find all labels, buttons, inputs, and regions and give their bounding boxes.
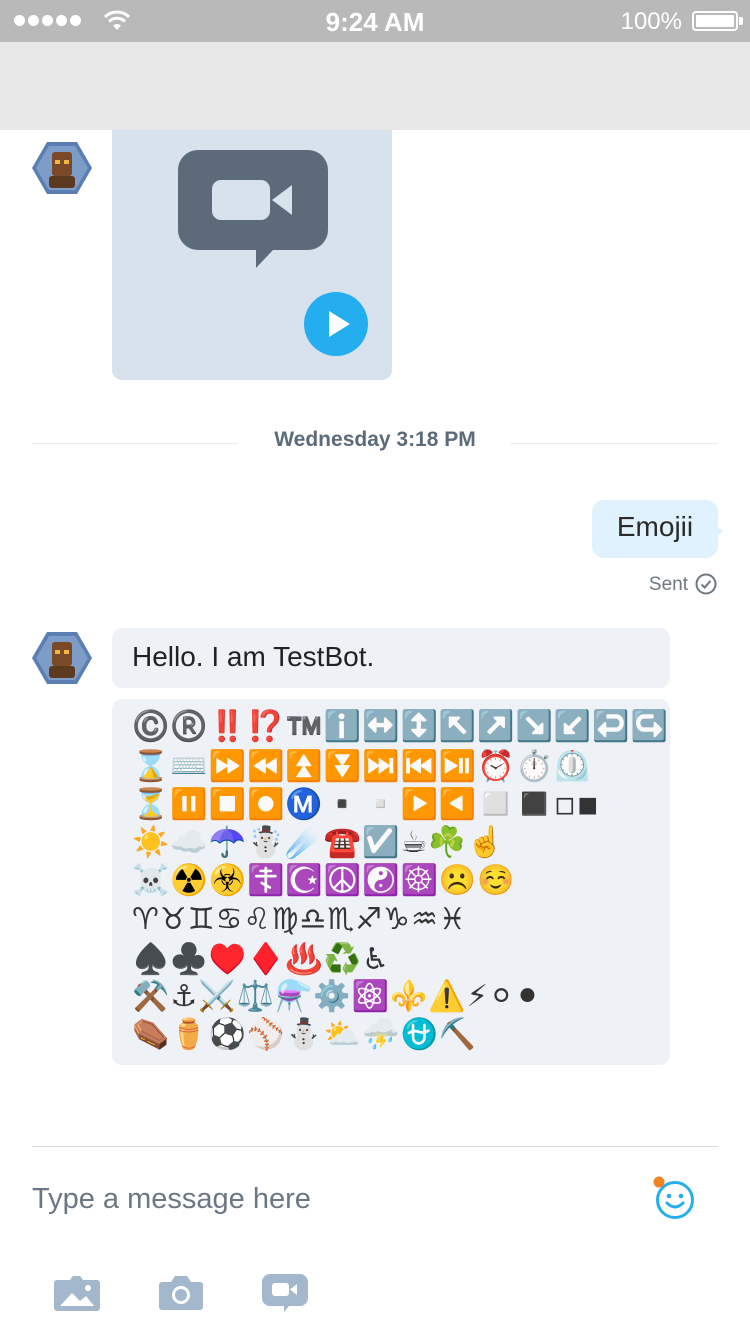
received-message-text: Hello. I am TestBot. [132, 641, 375, 672]
notification-dot [653, 1176, 665, 1188]
emoji-row: ⚰️⚱️⚽⚾⛄⛅⛈️⛎⛏️ [132, 1017, 478, 1052]
emoji-message-bubble[interactable]: ©️®️‼️⁉️™️ℹ️↔️↕️↖️↗️↘️↙️↩️↪️⌚ ⌛⌨️⏩⏪⏫⏬⏭️⏮… [112, 699, 670, 1065]
battery-percentage: 100% [620, 8, 682, 35]
bot-avatar[interactable] [32, 630, 92, 686]
emoticon-picker-button[interactable] [652, 1175, 698, 1221]
date-separator: Wednesday 3:18 PM [274, 428, 476, 451]
message-status: Sent [648, 574, 688, 595]
sent-message-text: Emojii [616, 511, 694, 542]
bot-avatar[interactable] [32, 140, 92, 196]
sent-check-icon [695, 573, 717, 595]
play-icon [329, 311, 350, 337]
play-button[interactable] [304, 292, 368, 356]
video-call-icon [178, 150, 328, 268]
camera-icon[interactable] [156, 1270, 206, 1314]
battery-icon [692, 11, 738, 31]
status-bar: 9:24 AM 100% [0, 0, 750, 42]
emoji-row: ☀️☁️☂️☃️☄️☎️☑️☕☘️☝️ [132, 825, 506, 860]
emoji-row: ☠️☢️☣️☦️☪️☮️☯️☸️☹️☺️ [132, 863, 516, 898]
gallery-icon[interactable] [52, 1270, 102, 1314]
navigation-bar [0, 42, 750, 130]
emoji-row: ⌛⌨️⏩⏪⏫⏬⏭️⏮️⏯️⏰⏱️⏲️ [132, 749, 593, 784]
emoji-row: ♠️♣️♥️♦️♨️♻️♿ [132, 942, 391, 977]
message-input[interactable] [32, 1176, 592, 1222]
emoji-row: ♈♉♊♋♌♍♎♏♐♑♒♓ [132, 902, 467, 937]
battery-tip [739, 17, 743, 25]
emoji-row: ⚒️⚓⚔️⚖️⚗️⚙️⚛️⚜️⚠️⚡⚪⚫ [132, 979, 542, 1014]
emoji-row: ⏳⏸️⏹️⏺️Ⓜ️▪️▫️▶️◀️◻️◼️◽◾ [132, 787, 600, 822]
video-message-icon[interactable] [260, 1270, 310, 1314]
composer-divider [32, 1146, 718, 1147]
emoji-row: ©️®️‼️⁉️™️ℹ️↔️↕️↖️↗️↘️↙️↩️↪️⌚ [132, 709, 670, 744]
